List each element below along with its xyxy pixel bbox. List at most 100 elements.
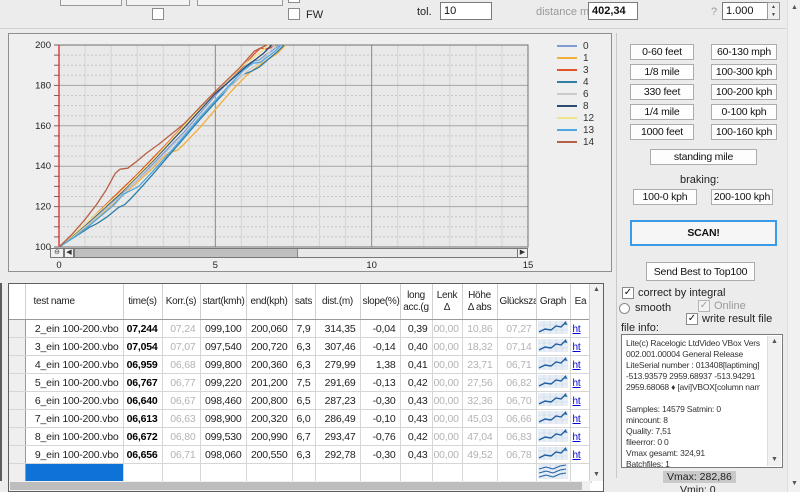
cell-name[interactable]: 7_ein 100-200.vbo: [25, 410, 123, 428]
cell-sats[interactable]: 7,5: [292, 374, 315, 392]
cell-lenk[interactable]: 00,00: [432, 356, 462, 374]
graph-spark-icon[interactable]: [538, 321, 568, 334]
cell-graph[interactable]: [536, 464, 570, 483]
window-scrollbar[interactable]: ▲ ▼: [787, 0, 800, 492]
cell-dist[interactable]: 293,47: [315, 428, 360, 446]
cell-acc[interactable]: 0,40: [400, 338, 432, 356]
cell-korr[interactable]: 06,67: [162, 392, 200, 410]
column-header-höhe-δ-abs[interactable]: Höhe Δ abs: [462, 284, 497, 320]
write-result-file-checkbox[interactable]: [686, 313, 698, 325]
cell-slope[interactable]: 1,38: [360, 356, 400, 374]
perf-button-100-200-kph[interactable]: 100-200 kph: [711, 84, 777, 100]
row-header-cell[interactable]: [9, 410, 25, 428]
cell-slope[interactable]: -0,76: [360, 428, 400, 446]
cell-sats[interactable]: 6,5: [292, 392, 315, 410]
column-header-korr-s-[interactable]: Korr.(s): [162, 284, 200, 320]
spinner-up-icon[interactable]: ▲: [768, 3, 779, 11]
row-header-cell[interactable]: [9, 464, 25, 483]
column-header-long-acc-g[interactable]: long acc.(g: [400, 284, 432, 320]
cell-link[interactable]: ht: [570, 446, 591, 464]
column-header-dist-m-[interactable]: dist.(m): [315, 284, 360, 320]
cell-empty[interactable]: [162, 464, 200, 483]
cell-dist[interactable]: 291,69: [315, 374, 360, 392]
table-vertical-scrollbar[interactable]: ▲ ▼: [589, 284, 603, 481]
cell-start[interactable]: 098,060: [200, 446, 246, 464]
cell-lenk[interactable]: 00,00: [432, 374, 462, 392]
cell-acc[interactable]: 0,39: [400, 320, 432, 338]
perf-button-60-130-mph[interactable]: 60-130 mph: [711, 44, 777, 60]
cell-time[interactable]: 06,672: [123, 428, 162, 446]
cell-end[interactable]: 200,360: [246, 356, 292, 374]
cell-sats[interactable]: 6,0: [292, 410, 315, 428]
cell-glueck[interactable]: 06,78: [497, 446, 536, 464]
cell-name[interactable]: 5_ein 100-200.vbo: [25, 374, 123, 392]
cell-empty[interactable]: [570, 464, 591, 483]
correct-by-integral-checkbox[interactable]: [622, 287, 634, 299]
row-header-cell[interactable]: [9, 338, 25, 356]
column-header-glücksza[interactable]: Glücksza: [497, 284, 536, 320]
cell-start[interactable]: 099,100: [200, 320, 246, 338]
result-link[interactable]: ht: [573, 450, 581, 461]
cell-sats[interactable]: 6,3: [292, 356, 315, 374]
toolbar-button-partial-1[interactable]: [60, 0, 122, 6]
cell-time[interactable]: 06,613: [123, 410, 162, 428]
column-header-test-name[interactable]: test name: [25, 284, 123, 320]
toolbar-button-partial-2[interactable]: [126, 0, 190, 6]
cell-glueck[interactable]: 06,66: [497, 410, 536, 428]
factor-spinner[interactable]: ▲▼: [767, 2, 780, 20]
cell-hoehe[interactable]: 27,56: [462, 374, 497, 392]
cell-start[interactable]: 097,540: [200, 338, 246, 356]
column-header-rowhdr[interactable]: [9, 284, 25, 320]
cell-link[interactable]: ht: [570, 356, 591, 374]
window-scroll-down-icon[interactable]: ▼: [788, 478, 800, 490]
cell-start[interactable]: 099,800: [200, 356, 246, 374]
cell-link[interactable]: ht: [570, 320, 591, 338]
cell-lenk[interactable]: 00,00: [432, 338, 462, 356]
cell-lenk[interactable]: 00,00: [432, 410, 462, 428]
cell-lenk[interactable]: 00,00: [432, 392, 462, 410]
factor-input[interactable]: [722, 2, 768, 20]
graph-spark-icon[interactable]: [538, 375, 568, 388]
scan-button[interactable]: SCAN!: [630, 220, 777, 246]
cell-graph[interactable]: [536, 428, 570, 446]
cell-dist[interactable]: 314,35: [315, 320, 360, 338]
cell-acc[interactable]: 0,41: [400, 356, 432, 374]
column-header-sats[interactable]: sats: [292, 284, 315, 320]
braking-button-200-100-kph[interactable]: 200-100 kph: [711, 189, 773, 205]
cell-name[interactable]: 6_ein 100-200.vbo: [25, 392, 123, 410]
cell-empty[interactable]: [432, 464, 462, 483]
cell-korr[interactable]: 06,77: [162, 374, 200, 392]
perf-button-100-160-kph[interactable]: 100-160 kph: [711, 124, 777, 140]
cell-time[interactable]: 06,640: [123, 392, 162, 410]
cell-graph[interactable]: [536, 392, 570, 410]
table-scroll-up-icon[interactable]: ▲: [590, 284, 603, 296]
cell-name[interactable]: 4_ein 100-200.vbo: [25, 356, 123, 374]
cell-slope[interactable]: -0,13: [360, 374, 400, 392]
cell-dist[interactable]: 279,99: [315, 356, 360, 374]
cell-graph[interactable]: [536, 320, 570, 338]
result-link[interactable]: ht: [573, 414, 581, 425]
cell-time[interactable]: 06,656: [123, 446, 162, 464]
result-link[interactable]: ht: [573, 378, 581, 389]
cell-link[interactable]: ht: [570, 374, 591, 392]
cell-dist[interactable]: 307,46: [315, 338, 360, 356]
graph-spark-icon[interactable]: [538, 411, 568, 424]
cell-name[interactable]: 9_ein 100-200.vbo: [25, 446, 123, 464]
tol-input[interactable]: [440, 2, 492, 20]
spinner-down-icon[interactable]: ▼: [768, 11, 779, 19]
cell-hoehe[interactable]: 49,52: [462, 446, 497, 464]
cell-korr[interactable]: 07,24: [162, 320, 200, 338]
cell-lenk[interactable]: 00,00: [432, 320, 462, 338]
row-header-cell[interactable]: [9, 374, 25, 392]
cell-end[interactable]: 200,990: [246, 428, 292, 446]
cell-korr[interactable]: 06,63: [162, 410, 200, 428]
graph-spark-icon[interactable]: [538, 357, 568, 370]
perf-button-1000-feet[interactable]: 1000 feet: [630, 124, 694, 140]
graph-spark-icon[interactable]: [538, 447, 568, 460]
table-scroll-down-icon[interactable]: ▼: [590, 469, 603, 481]
graph-spark-icon[interactable]: [538, 339, 568, 352]
cell-glueck[interactable]: 07,14: [497, 338, 536, 356]
cell-empty[interactable]: [246, 464, 292, 483]
cell-dist[interactable]: 287,23: [315, 392, 360, 410]
standing-mile-button[interactable]: standing mile: [650, 149, 757, 165]
